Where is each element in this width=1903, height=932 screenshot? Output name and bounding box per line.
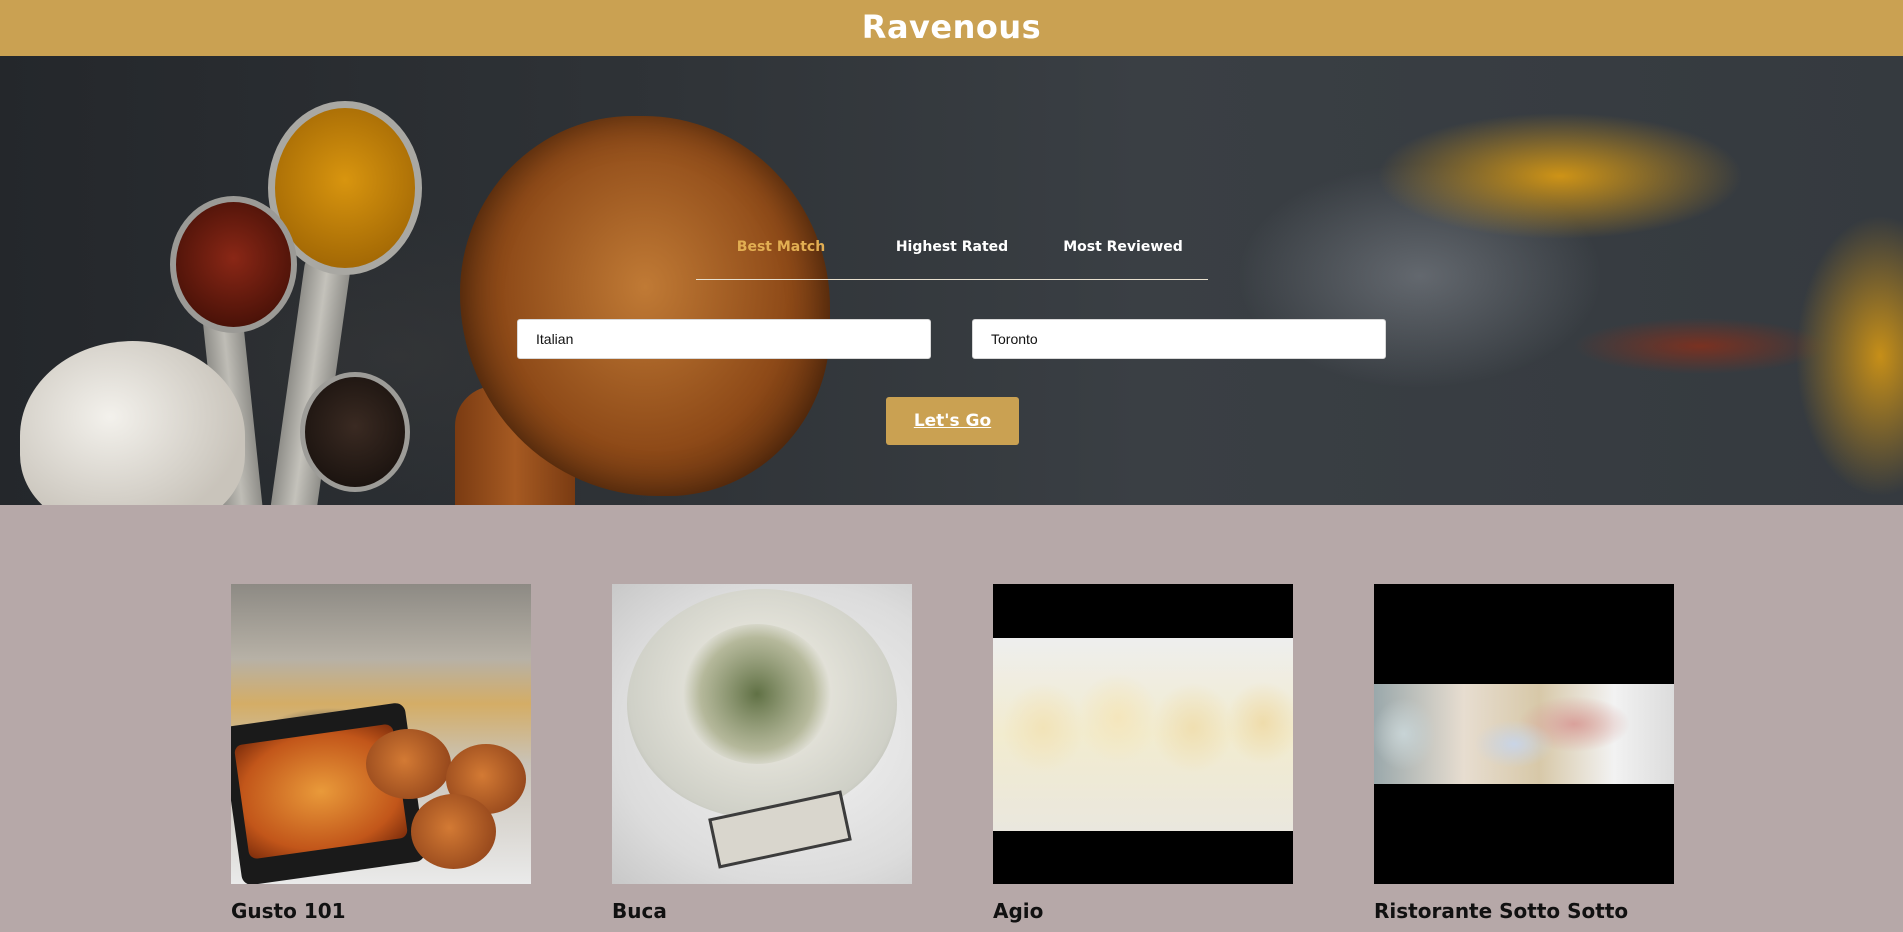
business-name: Agio (993, 899, 1044, 923)
business-card[interactable]: Ristorante Sotto Sotto (1374, 584, 1674, 923)
business-list: Gusto 101 Buca Agio Ristorante Sotto Sot… (0, 505, 1903, 932)
business-name: Buca (612, 899, 667, 923)
business-card[interactable]: Gusto 101 (231, 584, 531, 923)
sort-option-most-reviewed[interactable]: Most Reviewed (1063, 239, 1183, 255)
charcuterie-photo (1374, 584, 1674, 884)
peppercorn-spoon-image (300, 372, 410, 492)
scallop-photo (612, 584, 912, 884)
lasagna-photo (231, 584, 531, 884)
app-header: Ravenous (0, 0, 1903, 56)
business-name: Gusto 101 (231, 899, 346, 923)
paprika-spoon-image (170, 196, 297, 333)
search-location-input[interactable] (972, 319, 1386, 359)
sort-option-highest-rated[interactable]: Highest Rated (892, 239, 1012, 255)
ravioli-photo (993, 584, 1293, 884)
business-name: Ristorante Sotto Sotto (1374, 899, 1629, 923)
app-title: Ravenous (861, 8, 1042, 46)
sort-option-best-match[interactable]: Best Match (721, 239, 841, 255)
search-term-input[interactable] (517, 319, 931, 359)
search-submit-button[interactable]: Let's Go (886, 397, 1019, 445)
sort-options: Best Match Highest Rated Most Reviewed (696, 239, 1208, 280)
search-hero: Best Match Highest Rated Most Reviewed L… (0, 56, 1903, 505)
business-card[interactable]: Buca (612, 584, 912, 923)
business-card[interactable]: Agio (993, 584, 1293, 923)
